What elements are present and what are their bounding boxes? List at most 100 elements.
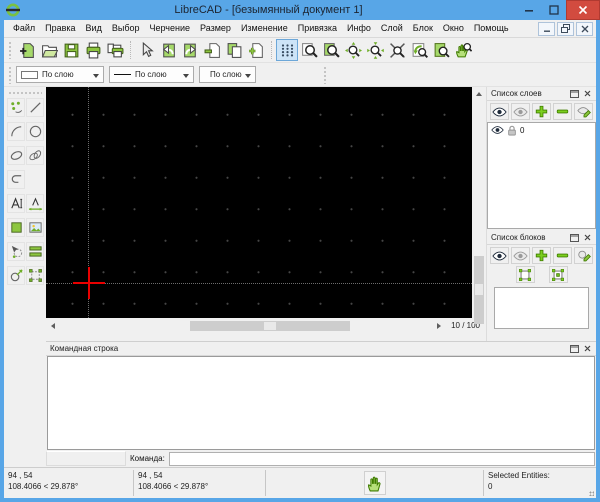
block-panel-float-button[interactable]: [568, 232, 581, 243]
menu-modify[interactable]: Изменение: [236, 20, 293, 37]
ellipse-tool-button[interactable]: [7, 146, 25, 165]
show-all-layers-button[interactable]: [490, 103, 509, 120]
select-tool-button[interactable]: [7, 242, 25, 261]
points-tool-button[interactable]: [7, 98, 25, 117]
create-block-button[interactable]: [515, 266, 535, 283]
insert-block-button[interactable]: [548, 266, 568, 283]
zoom-page-button[interactable]: [430, 39, 452, 61]
command-dock-close-button[interactable]: [581, 343, 594, 354]
zoom-out-button[interactable]: [364, 39, 386, 61]
dimension-tool-button[interactable]: [26, 194, 44, 213]
cut-button[interactable]: [201, 39, 223, 61]
menu-block[interactable]: Блок: [408, 20, 438, 37]
layer-list[interactable]: 0: [487, 122, 596, 229]
print-preview-button[interactable]: [104, 39, 126, 61]
menu-help[interactable]: Помощь: [469, 20, 514, 37]
polyline-tool-button[interactable]: [7, 170, 25, 189]
copy-button[interactable]: [223, 39, 245, 61]
vertical-scroll-thumb[interactable]: [474, 256, 484, 324]
command-input[interactable]: [168, 451, 595, 466]
horizontal-scroll-thumb[interactable]: [190, 320, 350, 331]
line-tool-button[interactable]: [26, 98, 44, 117]
menu-snap[interactable]: Привязка: [293, 20, 342, 37]
arc-tool-button[interactable]: [7, 122, 25, 141]
toolbar-drag-handle[interactable]: [8, 41, 13, 59]
menu-edit[interactable]: Правка: [40, 20, 80, 37]
undo-button[interactable]: [157, 39, 179, 61]
menu-view[interactable]: Вид: [81, 20, 107, 37]
spline-tool-button[interactable]: [26, 146, 44, 165]
print-button[interactable]: [82, 39, 104, 61]
remove-block-button[interactable]: [553, 247, 572, 264]
zoom-window-button[interactable]: [298, 39, 320, 61]
remove-layer-button[interactable]: [553, 103, 572, 120]
hatch-tool-button[interactable]: [7, 218, 25, 237]
mdi-restore-button[interactable]: [557, 21, 574, 36]
menu-dimension[interactable]: Размер: [195, 20, 236, 37]
add-layer-button[interactable]: [532, 103, 551, 120]
image-tool-button[interactable]: [26, 218, 44, 237]
vertical-scroll-track[interactable]: [472, 101, 486, 324]
menu-info[interactable]: Инфо: [342, 20, 376, 37]
toolbar-drag-handle[interactable]: [323, 65, 328, 84]
layer-panel-float-button[interactable]: [568, 88, 581, 99]
new-document-button[interactable]: [16, 39, 38, 61]
block-list[interactable]: [494, 287, 589, 329]
zoom-auto-button[interactable]: [386, 39, 408, 61]
explode-tool-button[interactable]: [26, 266, 44, 285]
attributes-tool-button[interactable]: [7, 266, 25, 285]
hide-all-blocks-button[interactable]: [511, 247, 530, 264]
window-maximize-button[interactable]: [541, 0, 566, 20]
scroll-right-button[interactable]: [432, 319, 446, 333]
mdi-close-button[interactable]: [576, 21, 593, 36]
snap-grab-button[interactable]: [363, 471, 386, 495]
hide-all-layers-button[interactable]: [511, 103, 530, 120]
open-document-button[interactable]: [38, 39, 60, 61]
zoom-pan-button[interactable]: [452, 39, 474, 61]
drawing-canvas[interactable]: [46, 87, 472, 318]
circle-tool-button[interactable]: [26, 122, 44, 141]
save-document-button[interactable]: [60, 39, 82, 61]
text-tool-button[interactable]: [7, 194, 25, 213]
add-block-button[interactable]: [532, 247, 551, 264]
pen-width-combo[interactable]: По слою: [109, 66, 194, 83]
edit-block-button[interactable]: [574, 247, 593, 264]
window-close-button[interactable]: [566, 0, 600, 20]
scroll-left-button[interactable]: [46, 319, 60, 333]
selection-pointer-button[interactable]: [135, 39, 157, 61]
menu-draw[interactable]: Черчение: [144, 20, 195, 37]
resize-grip[interactable]: [588, 468, 596, 498]
menu-layer[interactable]: Слой: [376, 20, 408, 37]
toolbar-drag-handle[interactable]: [8, 91, 42, 95]
menu-select[interactable]: Выбор: [107, 20, 145, 37]
redo-button[interactable]: [179, 39, 201, 61]
titlebar[interactable]: LibreCAD - [безымянный документ 1]: [0, 0, 600, 20]
zoom-in-window-button[interactable]: [320, 39, 342, 61]
layer-panel-close-button[interactable]: [581, 88, 594, 99]
pen-color-combo[interactable]: По слою: [16, 66, 104, 83]
paste-button[interactable]: [245, 39, 267, 61]
pen-linetype-combo[interactable]: По слою: [199, 66, 256, 83]
layer-row[interactable]: 0: [488, 123, 595, 137]
window-minimize-button[interactable]: [516, 0, 541, 20]
redo-icon: [183, 43, 196, 57]
mdi-minimize-button[interactable]: [538, 21, 555, 36]
command-history[interactable]: [47, 356, 595, 450]
edit-layer-button[interactable]: [574, 103, 593, 120]
vertical-scrollbar[interactable]: [472, 87, 486, 324]
zoom-in-button[interactable]: [342, 39, 364, 61]
toolbar-drag-handle[interactable]: [8, 65, 13, 84]
horizontal-scroll-track[interactable]: [60, 319, 432, 333]
show-all-blocks-button[interactable]: [490, 247, 509, 264]
grid-toggle-button[interactable]: [276, 39, 298, 61]
menu-window[interactable]: Окно: [438, 20, 469, 37]
block-list-panel: Список блоков: [487, 231, 596, 341]
command-dock-float-button[interactable]: [568, 343, 581, 354]
order-tool-button[interactable]: [26, 242, 44, 261]
close-icon: [584, 345, 591, 352]
menu-file[interactable]: Файл: [8, 20, 40, 37]
horizontal-scrollbar[interactable]: [46, 318, 446, 333]
scroll-up-button[interactable]: [472, 87, 486, 101]
zoom-previous-button[interactable]: [408, 39, 430, 61]
block-panel-close-button[interactable]: [581, 232, 594, 243]
